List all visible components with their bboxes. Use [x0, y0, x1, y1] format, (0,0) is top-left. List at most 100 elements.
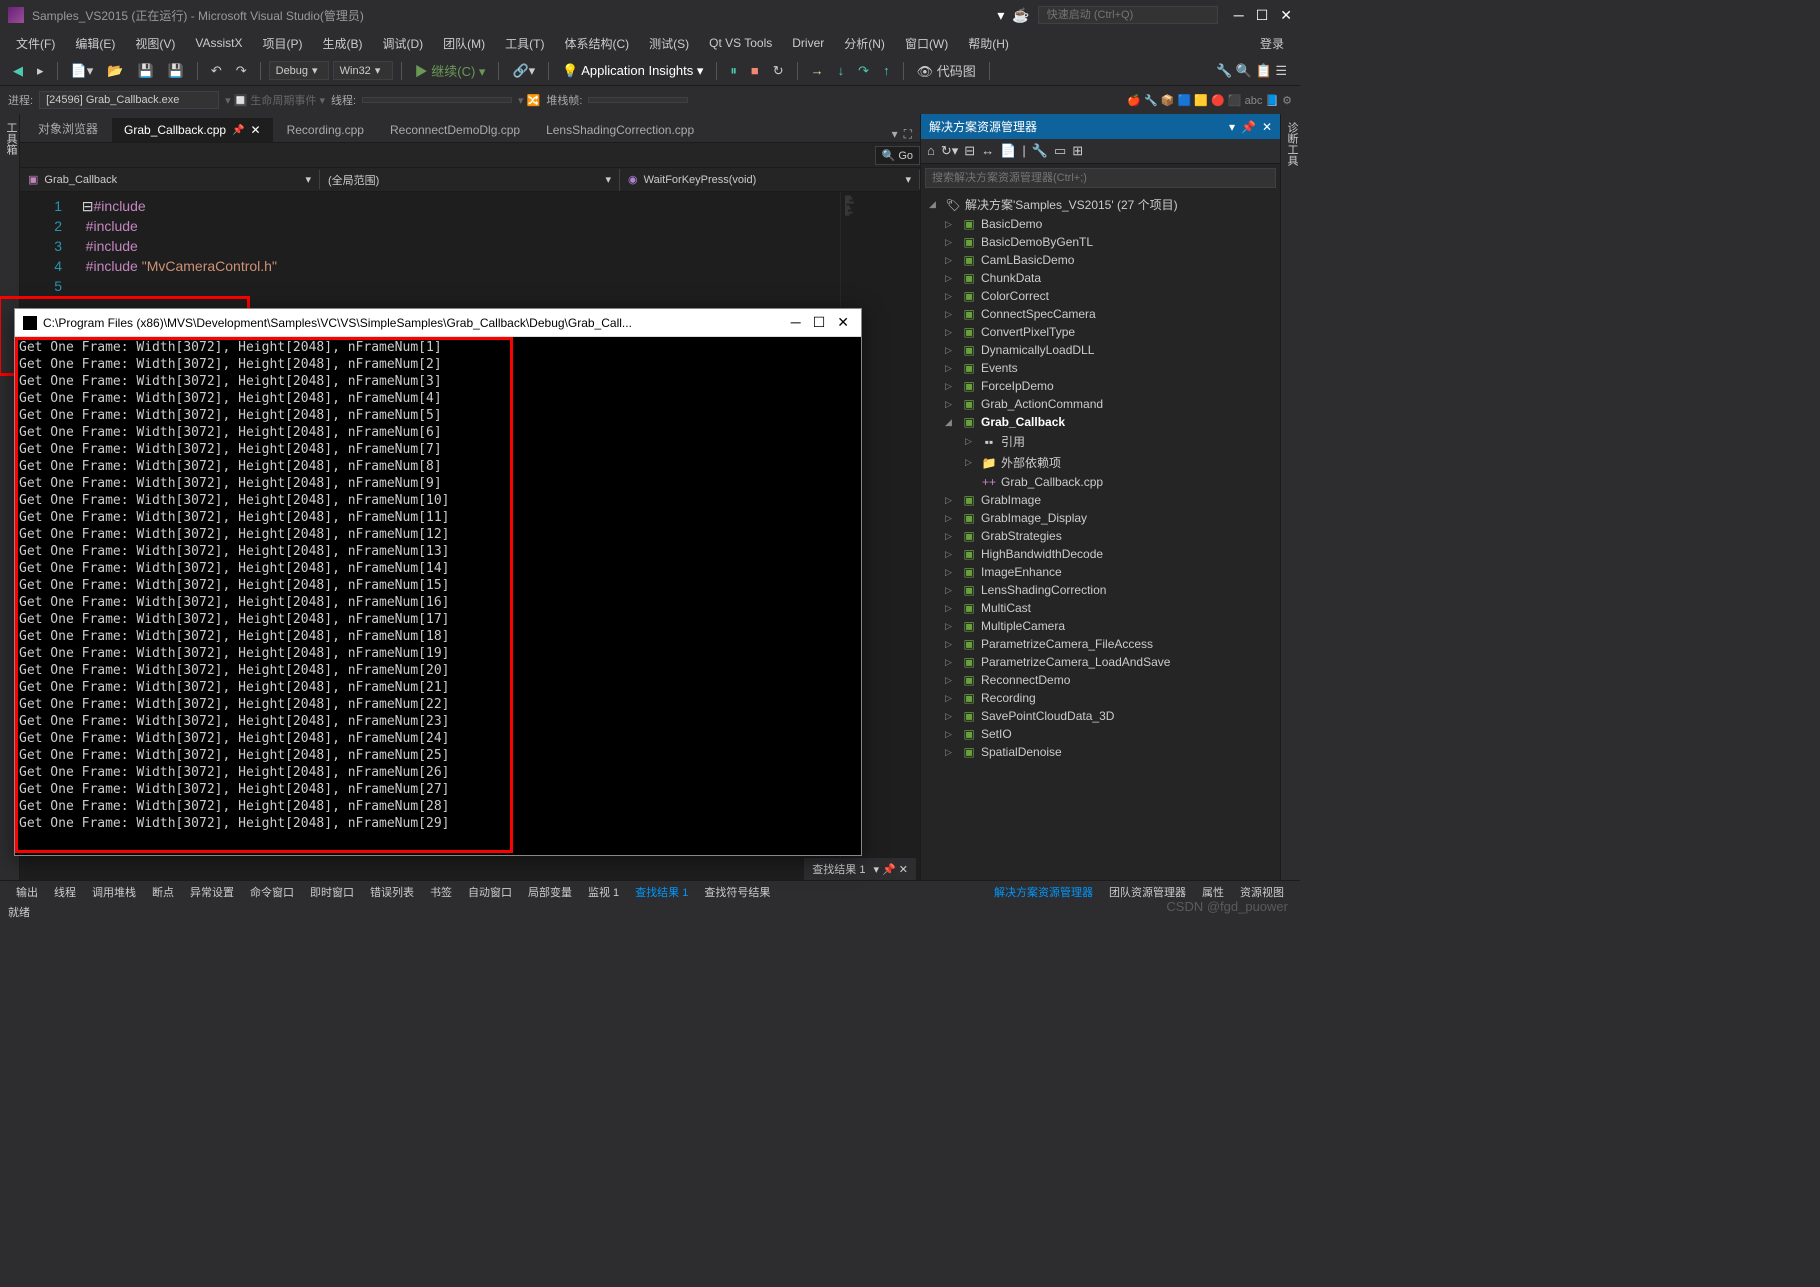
show-all-icon[interactable]: 📄 [1000, 143, 1016, 159]
console-close-icon[interactable]: ✕ [837, 314, 849, 331]
open-button[interactable]: 📂 [102, 60, 128, 82]
step-over-button[interactable]: ↷ [853, 60, 874, 82]
menu-测试(S)[interactable]: 测试(S) [641, 31, 697, 56]
home-icon[interactable]: ⌂ [927, 143, 935, 159]
tree-node[interactable]: ▷▣MultiCast [925, 599, 1276, 617]
tree-node[interactable]: ▷▣ParametrizeCamera_FileAccess [925, 635, 1276, 653]
tab-Grab_Callback.cpp[interactable]: Grab_Callback.cpp 📌 ✕ [112, 118, 273, 142]
menu-帮助(H)[interactable]: 帮助(H) [960, 31, 1017, 56]
btab-监视 1[interactable]: 监视 1 [580, 881, 627, 903]
view-icon[interactable]: ▭ [1054, 143, 1066, 159]
nav-fwd-button[interactable]: ▸ [32, 60, 49, 82]
properties-icon[interactable]: 🔧 [1032, 143, 1048, 159]
member-combo[interactable]: ◉WaitForKeyPress(void)▾ [620, 170, 920, 189]
save-button[interactable]: 💾 [132, 60, 158, 82]
config-combo[interactable]: Debug ▾ [269, 61, 329, 80]
menu-生成(B)[interactable]: 生成(B) [314, 31, 370, 56]
app-insights-button[interactable]: 💡 Application Insights ▾ [557, 60, 708, 82]
show-next-statement-button[interactable]: → [806, 60, 829, 81]
tree-node[interactable]: ▷▣ReconnectDemo [925, 671, 1276, 689]
close-icon[interactable]: ✕ [1280, 7, 1292, 24]
btab-异常设置[interactable]: 异常设置 [182, 881, 242, 903]
btab-调用堆栈[interactable]: 调用堆栈 [84, 881, 144, 903]
tree-node[interactable]: ++Grab_Callback.cpp [925, 473, 1276, 491]
console-minimize-icon[interactable]: ─ [791, 314, 801, 331]
go-button[interactable]: 🔍 Go [875, 146, 920, 165]
menu-分析(N)[interactable]: 分析(N) [836, 31, 893, 56]
tree-node[interactable]: ▷▣ImageEnhance [925, 563, 1276, 581]
collapse-icon[interactable]: ⊟ [964, 143, 975, 159]
browser-link-button[interactable]: 🔗▾ [507, 60, 540, 82]
btab-错误列表[interactable]: 错误列表 [362, 881, 422, 903]
tree-node[interactable]: ▷▪▪引用 [925, 431, 1276, 452]
tree-node[interactable]: ▷▣HighBandwidthDecode [925, 545, 1276, 563]
tree-node[interactable]: ▷▣MultipleCamera [925, 617, 1276, 635]
maximize-icon[interactable]: ☐ [1256, 7, 1269, 24]
tree-node[interactable]: ▷▣GrabImage [925, 491, 1276, 509]
step-into-button[interactable]: ↓ [833, 60, 850, 81]
tab-Recording.cpp[interactable]: Recording.cpp [275, 118, 376, 142]
tab-ReconnectDemoDlg.cpp[interactable]: ReconnectDemoDlg.cpp [378, 118, 532, 142]
code-map-button[interactable]: 👁 代码图 [912, 58, 981, 83]
menu-团队(M)[interactable]: 团队(M) [435, 31, 493, 56]
tree-node[interactable]: ▷▣Events [925, 359, 1276, 377]
login-button[interactable]: 登录 [1252, 31, 1292, 56]
tree-node[interactable]: ▷▣GrabImage_Display [925, 509, 1276, 527]
solution-tree[interactable]: ◢🏷解决方案'Samples_VS2015' (27 个项目)▷▣BasicDe… [921, 192, 1280, 880]
stop-debug-button[interactable]: ■ [746, 60, 764, 81]
menu-项目(P)[interactable]: 项目(P) [254, 31, 310, 56]
thread-combo[interactable] [362, 97, 512, 103]
notifications-icon[interactable]: ▾ [997, 7, 1004, 24]
refresh-icon[interactable]: ↻▾ [941, 143, 958, 159]
console-maximize-icon[interactable]: ☐ [813, 314, 826, 331]
panel-dropdown-icon[interactable]: ▾ [1229, 120, 1235, 134]
tree-node[interactable]: ▷▣Recording [925, 689, 1276, 707]
extra-icons-row2[interactable]: 🍎 🔧 📦 🟦 🟨 🔴 ⬛ abc 📘 ⚙ [1127, 94, 1292, 107]
menu-VAssistX[interactable]: VAssistX [187, 32, 250, 54]
solution-search-input[interactable] [925, 168, 1276, 188]
nav-back-button[interactable]: ◀ [8, 60, 28, 82]
tree-node[interactable]: ▷▣DynamicallyLoadDLL [925, 341, 1276, 359]
menu-工具(T)[interactable]: 工具(T) [497, 31, 552, 56]
tree-node[interactable]: ▷▣SavePointCloudData_3D [925, 707, 1276, 725]
stackframe-combo[interactable] [588, 97, 688, 103]
redo-button[interactable]: ↷ [231, 60, 252, 82]
menu-编辑(E)[interactable]: 编辑(E) [67, 31, 123, 56]
scope2-combo[interactable]: (全局范围)▾ [320, 169, 620, 191]
sync-icon[interactable]: ↔ [981, 143, 994, 159]
tree-node[interactable]: ▷▣CamLBasicDemo [925, 251, 1276, 269]
tree-node[interactable]: ◢▣Grab_Callback [925, 413, 1276, 431]
tree-node[interactable]: ▷▣SpatialDenoise [925, 743, 1276, 761]
tab-对象浏览器[interactable]: 对象浏览器 [26, 115, 110, 142]
new-project-button[interactable]: 📄▾ [66, 60, 99, 82]
extra-tools[interactable]: 🔧 🔍 📋 ☰ [1211, 60, 1292, 82]
step-out-button[interactable]: ↑ [878, 60, 895, 81]
panel-close-icon[interactable]: ✕ [1262, 120, 1272, 134]
minimize-icon[interactable]: ─ [1234, 7, 1244, 24]
menu-体系结构(C)[interactable]: 体系结构(C) [556, 31, 637, 56]
save-all-button[interactable]: 💾 [163, 60, 189, 82]
btab-书签[interactable]: 书签 [422, 881, 460, 903]
tree-node[interactable]: ▷▣ParametrizeCamera_LoadAndSave [925, 653, 1276, 671]
menu-视图(V)[interactable]: 视图(V) [127, 31, 183, 56]
menu-窗口(W)[interactable]: 窗口(W) [897, 31, 956, 56]
btab-自动窗口[interactable]: 自动窗口 [460, 881, 520, 903]
btab-查找符号结果[interactable]: 查找符号结果 [696, 881, 778, 903]
btab-断点[interactable]: 断点 [144, 881, 182, 903]
tabs-maximize-icon[interactable]: ⛶ [904, 127, 912, 142]
scope-combo[interactable]: ▣Grab_Callback▾ [20, 170, 320, 189]
console-titlebar[interactable]: C:\Program Files (x86)\MVS\Development\S… [15, 309, 861, 337]
tree-node[interactable]: ▷▣BasicDemo [925, 215, 1276, 233]
tab-LensShadingCorrection.cpp[interactable]: LensShadingCorrection.cpp [534, 118, 706, 142]
tree-node[interactable]: ▷▣BasicDemoByGenTL [925, 233, 1276, 251]
tree-node[interactable]: ▷▣ConnectSpecCamera [925, 305, 1276, 323]
btab-输出[interactable]: 输出 [8, 881, 46, 903]
menu-文件(F)[interactable]: 文件(F) [8, 31, 63, 56]
preview-icon[interactable]: ⊞ [1072, 143, 1083, 159]
btab-查找结果 1[interactable]: 查找结果 1 [627, 881, 696, 903]
tree-node[interactable]: ▷▣ConvertPixelType [925, 323, 1276, 341]
restart-button[interactable]: ↻ [768, 60, 789, 82]
feedback-icon[interactable]: ☕ [1012, 7, 1029, 24]
break-all-button[interactable]: ⏸ [725, 60, 742, 82]
btab-局部变量[interactable]: 局部变量 [520, 881, 580, 903]
